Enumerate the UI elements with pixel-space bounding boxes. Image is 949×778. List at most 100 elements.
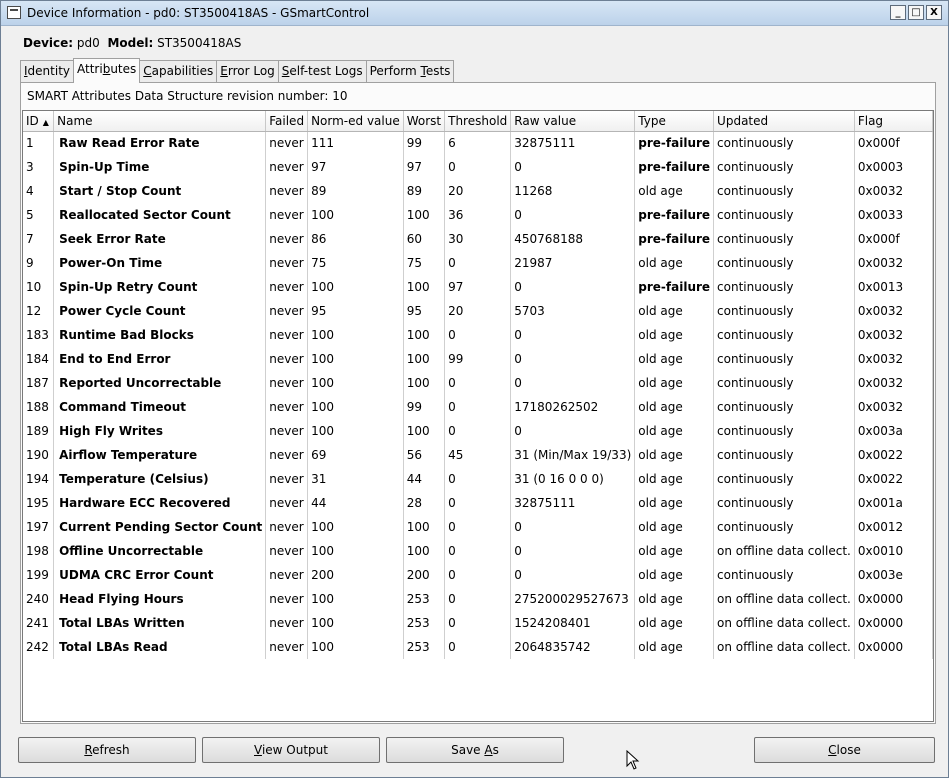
table-cell: continuously <box>713 371 855 395</box>
tab-0[interactable]: Identity <box>20 60 74 83</box>
table-cell: old age <box>634 515 715 539</box>
device-label: Device: <box>23 36 74 50</box>
tab-3[interactable]: Error Log <box>216 60 279 83</box>
column-header-label: ID <box>26 113 39 128</box>
column-header[interactable]: Flag <box>854 111 933 132</box>
attributes-table-container[interactable]: ID ▲ Name Failed Norm-ed value Worst Threshold… <box>22 110 934 722</box>
table-row[interactable]: 184 End to End Error never 100 100 99 0 old age… <box>23 347 933 371</box>
table-cell: Power Cycle Count <box>53 299 267 323</box>
maximize-button[interactable]: □ <box>908 5 924 20</box>
table-cell: 100 <box>403 371 446 395</box>
table-cell: continuously <box>713 131 855 155</box>
tab-label-pre: Perform <box>369 64 421 78</box>
table-row[interactable]: 242 Total LBAs Read never 100 253 0 2064835742… <box>23 635 933 659</box>
tab-5[interactable]: Perform Tests <box>365 60 455 83</box>
table-cell: Spin-Up Retry Count <box>53 275 267 299</box>
table-row[interactable]: 187 Reported Uncorrectable never 100 100 0 0 ol… <box>23 371 933 395</box>
table-row[interactable]: 12 Power Cycle Count never 95 95 20 5703 old ag… <box>23 299 933 323</box>
column-header[interactable]: Worst <box>403 111 446 132</box>
table-cell: old age <box>634 395 715 419</box>
table-cell: 32875111 <box>510 131 636 155</box>
refresh-label-key: R <box>84 743 93 757</box>
table-cell: continuously <box>713 275 855 299</box>
table-row[interactable]: 199 UDMA CRC Error Count never 200 200 0 0 old … <box>23 563 933 587</box>
tab-4[interactable]: Self-test Logs <box>277 60 367 83</box>
table-cell: Command Timeout <box>53 395 267 419</box>
table-cell: old age <box>634 539 715 563</box>
table-cell: 100 <box>307 539 404 563</box>
table-cell: 28 <box>403 491 446 515</box>
table-row[interactable]: 183 Runtime Bad Blocks never 100 100 0 0 old ag… <box>23 323 933 347</box>
table-cell: 0 <box>444 515 512 539</box>
tab-2[interactable]: Capabilities <box>139 60 218 83</box>
table-cell: continuously <box>713 419 855 443</box>
table-cell: 75 <box>403 251 446 275</box>
table-row[interactable]: 7 Seek Error Rate never 86 60 30 450768188 pre-… <box>23 227 933 251</box>
column-header[interactable]: Norm-ed value <box>307 111 404 132</box>
view-output-label-post: iew Output <box>261 743 328 757</box>
column-header[interactable]: Name <box>53 111 267 132</box>
table-cell: 31 (0 16 0 0 0) <box>510 467 636 491</box>
close-window-button[interactable]: X <box>926 5 942 20</box>
column-header[interactable]: Failed <box>265 111 309 132</box>
table-cell: 0x0003 <box>854 155 933 179</box>
table-cell: 45 <box>444 443 512 467</box>
table-row[interactable]: 194 Temperature (Celsius) never 31 44 0 31 (0 … <box>23 467 933 491</box>
table-cell: pre-failure <box>634 131 715 155</box>
table-row[interactable]: 198 Offline Uncorrectable never 100 100 0 0 old… <box>23 539 933 563</box>
table-cell: 11268 <box>510 179 636 203</box>
table-cell: 6 <box>444 131 512 155</box>
table-cell: 89 <box>307 179 404 203</box>
table-row[interactable]: 10 Spin-Up Retry Count never 100 100 97 0 pre-f… <box>23 275 933 299</box>
table-row[interactable]: 240 Head Flying Hours never 100 253 0 27520002… <box>23 587 933 611</box>
table-cell: 184 <box>23 347 55 371</box>
table-cell: Temperature (Celsius) <box>53 467 267 491</box>
table-row[interactable]: 189 High Fly Writes never 100 100 0 0 old age co… <box>23 419 933 443</box>
table-row[interactable]: 190 Airflow Temperature never 69 56 45 31 (Min… <box>23 443 933 467</box>
table-body: 1 Raw Read Error Rate never 111 99 6 32875111 p… <box>23 131 933 659</box>
column-header[interactable]: Raw value <box>510 111 636 132</box>
column-header[interactable]: Type <box>634 111 715 132</box>
table-cell: 31 <box>307 467 404 491</box>
table-row[interactable]: 3 Spin-Up Time never 97 97 0 0 pre-failure conti… <box>23 155 933 179</box>
table-row[interactable]: 4 Start / Stop Count never 89 89 20 11268 old a… <box>23 179 933 203</box>
table-cell: Hardware ECC Recovered <box>53 491 267 515</box>
column-header[interactable]: Updated <box>713 111 855 132</box>
table-cell: Power-On Time <box>53 251 267 275</box>
tab-1[interactable]: Attributes <box>73 58 141 83</box>
column-header-label: Worst <box>406 113 442 128</box>
table-row[interactable]: 9 Power-On Time never 75 75 0 21987 old age cont… <box>23 251 933 275</box>
table-cell: 99 <box>403 131 446 155</box>
table-cell: 100 <box>307 203 404 227</box>
table-cell: never <box>265 611 309 635</box>
table-cell: 89 <box>403 179 446 203</box>
view-output-button[interactable]: View Output <box>202 737 380 763</box>
close-button[interactable]: Close <box>754 737 935 763</box>
table-cell: never <box>265 539 309 563</box>
minimize-button[interactable]: _ <box>890 5 906 20</box>
table-cell: Total LBAs Written <box>53 611 267 635</box>
table-cell: High Fly Writes <box>53 419 267 443</box>
table-cell: 4 <box>23 179 55 203</box>
table-cell: 100 <box>307 611 404 635</box>
table-cell: Total LBAs Read <box>53 635 267 659</box>
table-cell: never <box>265 275 309 299</box>
table-cell: never <box>265 515 309 539</box>
table-row[interactable]: 1 Raw Read Error Rate never 111 99 6 32875111 p… <box>23 131 933 155</box>
table-row[interactable]: 241 Total LBAs Written never 100 253 0 1524208… <box>23 611 933 635</box>
refresh-button[interactable]: Refresh <box>18 737 196 763</box>
device-information-window: Device Information - pd0: ST3500418AS - … <box>0 0 949 778</box>
table-row[interactable]: 188 Command Timeout never 100 99 0 17180262502… <box>23 395 933 419</box>
title-bar[interactable]: Device Information - pd0: ST3500418AS - … <box>1 1 948 26</box>
table-cell: continuously <box>713 491 855 515</box>
save-as-button[interactable]: Save As <box>386 737 564 763</box>
table-row[interactable]: 195 Hardware ECC Recovered never 44 28 0 32875… <box>23 491 933 515</box>
table-cell: old age <box>634 299 715 323</box>
column-header[interactable]: Threshold <box>444 111 512 132</box>
table-row[interactable]: 197 Current Pending Sector Count never 100 1… <box>23 515 933 539</box>
table-cell: 17180262502 <box>510 395 636 419</box>
column-header[interactable]: ID ▲ <box>23 111 55 132</box>
table-cell: 183 <box>23 323 55 347</box>
table-cell: never <box>265 155 309 179</box>
table-row[interactable]: 5 Reallocated Sector Count never 100 100 36 0 p… <box>23 203 933 227</box>
